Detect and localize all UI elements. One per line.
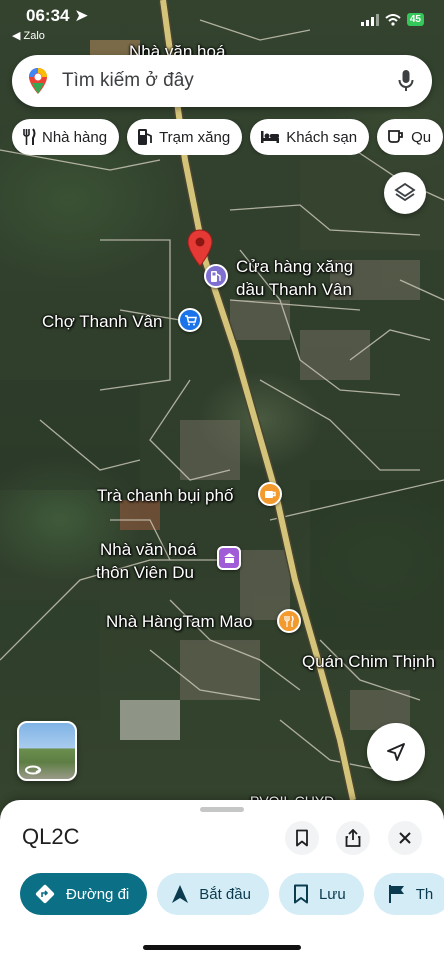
signal-icon: [360, 13, 379, 26]
chip-label: Trạm xăng: [159, 128, 231, 146]
map-label-culture-house-line2: thôn Viên Du: [96, 563, 194, 582]
coffee-icon: [388, 130, 403, 143]
layers-button[interactable]: [384, 172, 426, 214]
chip-coffee[interactable]: Qu: [377, 119, 444, 155]
restaurant-pin-icon[interactable]: [277, 609, 301, 633]
share-icon: [345, 829, 361, 847]
culture-house-pin-icon[interactable]: [217, 546, 241, 570]
wifi-icon: [385, 13, 401, 26]
map-label-quan-chim-thinh: Quán Chim Thịnh: [302, 652, 435, 671]
chip-label: Khách sạn: [286, 128, 358, 146]
chip-gas-stations[interactable]: Trạm xăng: [127, 119, 243, 155]
category-chips: Nhà hàng Trạm xăng Khách sạn Qu: [12, 119, 444, 155]
bookmark-icon: [296, 829, 308, 847]
more-action-label: Th: [415, 885, 434, 903]
map-label-tea-shop: Trà chanh bụi phố: [97, 486, 234, 505]
map-label-gas-station-line1: Cửa hàng xăng: [236, 257, 354, 276]
search-placeholder[interactable]: Tìm kiếm ở đây: [62, 70, 398, 92]
restaurant-icon: [23, 128, 36, 145]
hotel-icon: [261, 131, 280, 143]
directions-icon: [35, 884, 55, 904]
share-button[interactable]: [336, 821, 370, 855]
battery-icon: 45: [406, 13, 424, 26]
sheet-drag-handle[interactable]: [200, 807, 244, 812]
start-navigation-button[interactable]: Bắt đầu: [157, 873, 269, 915]
start-label: Bắt đầu: [199, 885, 251, 903]
navigation-arrow-icon: [172, 885, 189, 903]
status-icons: 45: [360, 13, 424, 26]
google-maps-logo-icon: [29, 68, 47, 94]
search-bar[interactable]: Tìm kiếm ở đây: [12, 55, 432, 107]
home-indicator[interactable]: [143, 945, 301, 950]
back-to-app[interactable]: ◀ Zalo: [12, 29, 45, 42]
place-bottom-sheet[interactable]: QL2C Đường đi Bắt đầu Lưu Th: [0, 800, 444, 960]
save-button[interactable]: Lưu: [278, 873, 364, 915]
save-place-button[interactable]: [285, 821, 319, 855]
map-label-gas-station-line2: dầu Thanh Vân: [236, 280, 352, 299]
layers-icon: [394, 182, 416, 202]
bookmark-icon: [293, 884, 308, 904]
location-arrow-icon: ➤: [74, 6, 89, 25]
navigation-arrow-icon: [387, 743, 405, 761]
more-action-button[interactable]: Th: [373, 873, 444, 915]
close-icon: [399, 832, 411, 844]
directions-label: Đường đi: [66, 885, 130, 903]
map-label-culture-house-line1: Nhà văn hoá: [100, 540, 197, 559]
cafe-pin-icon[interactable]: [258, 482, 282, 506]
place-actions: Đường đi Bắt đầu Lưu Th: [20, 873, 444, 915]
street-view-rotate-icon: [25, 765, 42, 775]
chip-hotels[interactable]: Khách sạn: [250, 119, 370, 155]
shopping-pin-icon[interactable]: [178, 308, 202, 332]
my-location-button[interactable]: [367, 723, 425, 781]
street-view-thumbnail[interactable]: [17, 721, 77, 781]
close-button[interactable]: [388, 821, 422, 855]
microphone-icon[interactable]: [398, 69, 414, 93]
status-bar: 06:34 ➤ ◀ Zalo 45: [0, 0, 444, 48]
chip-label: Qu: [411, 128, 432, 146]
chip-restaurants[interactable]: Nhà hàng: [12, 119, 120, 155]
status-time: 06:34 ➤: [26, 6, 89, 25]
gas-station-pin-icon[interactable]: [204, 264, 228, 288]
map-label-restaurant: Nhà HàngTam Mao: [106, 612, 253, 631]
flag-icon: [388, 885, 404, 903]
map-label-market: Chợ Thanh Vân: [42, 312, 163, 331]
selected-location-pin-icon[interactable]: [187, 229, 213, 267]
place-title: QL2C: [22, 824, 80, 849]
save-label: Lưu: [318, 885, 346, 903]
gas-station-icon: [138, 129, 152, 145]
chip-label: Nhà hàng: [42, 128, 108, 146]
directions-button[interactable]: Đường đi: [20, 873, 148, 915]
